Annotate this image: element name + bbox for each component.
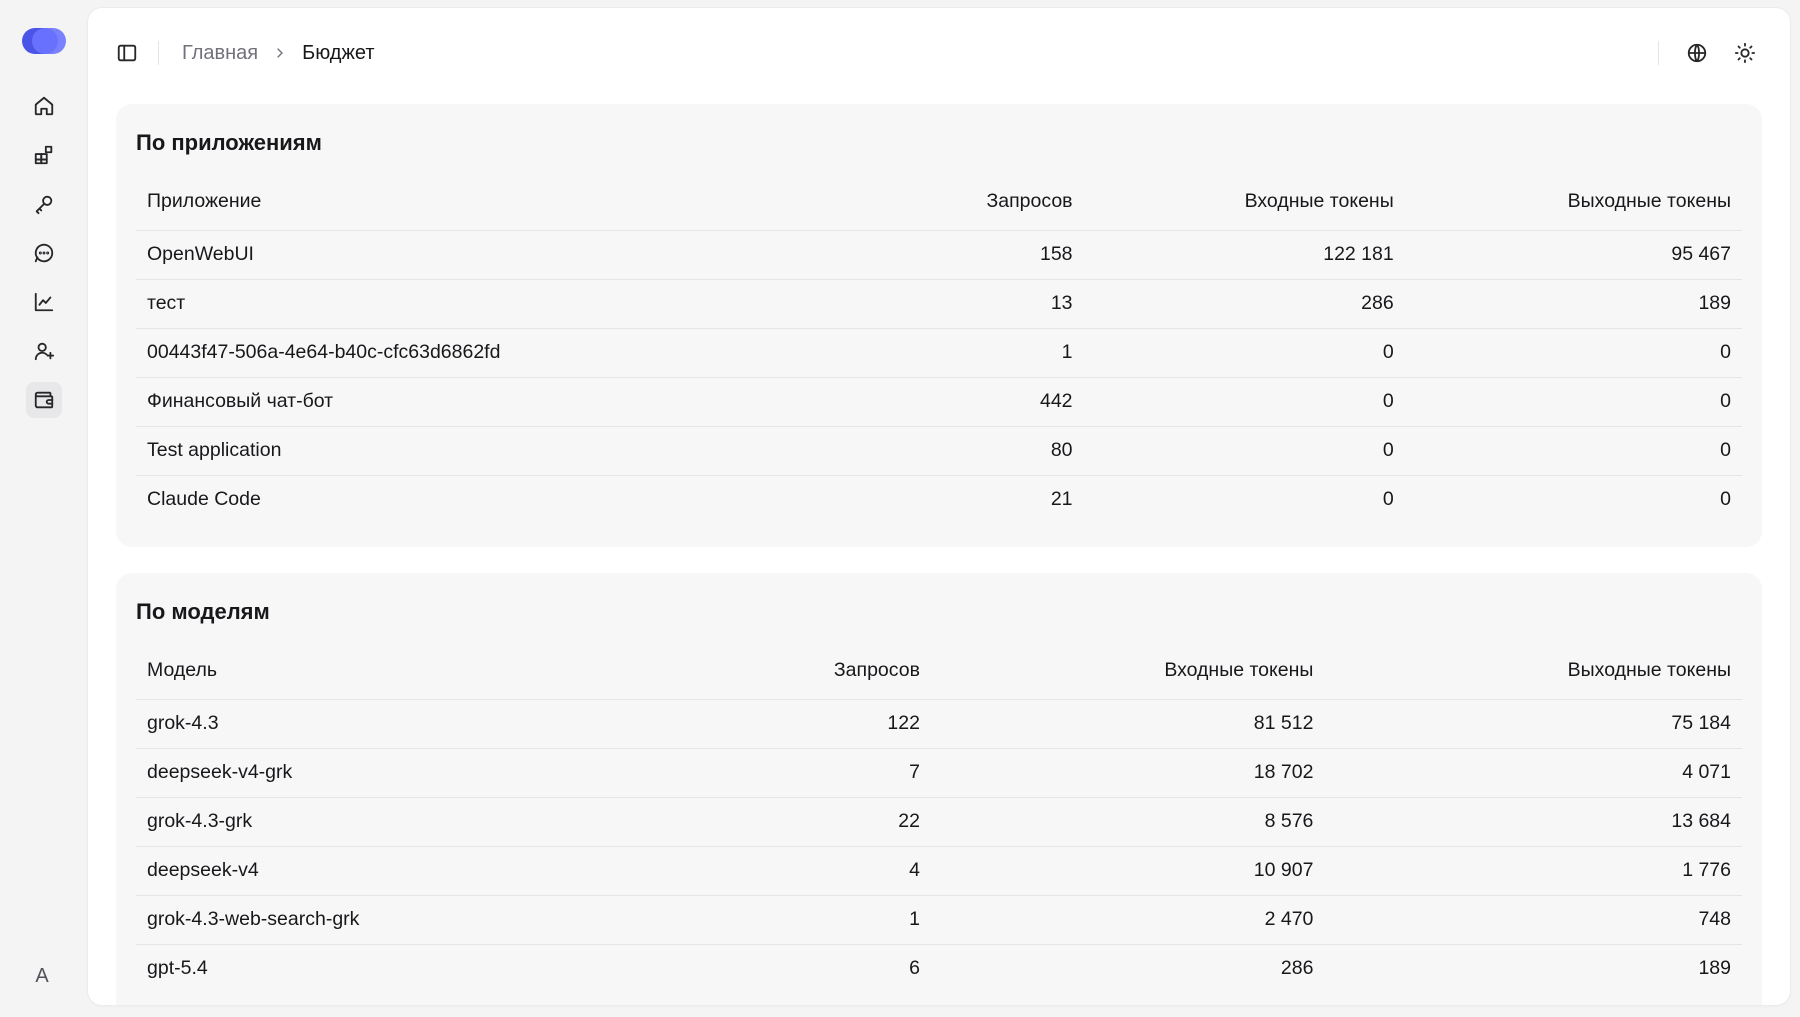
table-row: 00443f47-506a-4e64-b40c-cfc63d6862fd 1 0… <box>136 327 1742 377</box>
table-row: gpt-5.4 6 286 189 <box>136 943 1742 993</box>
input-tokens-cell: 18 702 <box>930 747 1325 797</box>
input-tokens-cell: 0 <box>1083 425 1405 475</box>
nav-home-icon[interactable] <box>26 88 62 124</box>
requests-cell: 1 <box>698 894 931 944</box>
logo[interactable] <box>22 28 66 54</box>
model-name-cell: grok-4.3 <box>136 698 699 748</box>
column-header: Выходные токены <box>1567 190 1731 213</box>
table-row: тест 13 286 189 <box>136 278 1742 328</box>
table-row: grok-4.3-web-search-grk 1 2 470 748 <box>136 894 1742 944</box>
requests-cell: 1 <box>842 327 1084 377</box>
apps-table: Приложение Запросов Входные токены Выход… <box>136 174 1742 524</box>
input-tokens-cell: 2 470 <box>930 894 1325 944</box>
output-tokens-cell: 0 <box>1404 425 1742 475</box>
apps-card-title: По приложениям <box>136 130 322 155</box>
model-name-cell: grok-4.3-web-search-grk <box>136 894 699 944</box>
input-tokens-cell: 81 512 <box>930 698 1325 748</box>
output-tokens-cell: 0 <box>1404 327 1742 377</box>
chevron-right-icon <box>272 45 288 61</box>
requests-cell: 442 <box>842 376 1084 426</box>
requests-cell: 4 <box>698 845 931 895</box>
output-tokens-cell: 0 <box>1404 376 1742 426</box>
output-tokens-cell: 0 <box>1404 474 1742 524</box>
output-tokens-cell: 4 071 <box>1324 747 1742 797</box>
column-header: Входные токены <box>1244 190 1394 213</box>
column-header: Приложение <box>147 190 262 213</box>
requests-cell: 22 <box>698 796 931 846</box>
table-row: grok-4.3-grk 22 8 576 13 684 <box>136 796 1742 846</box>
requests-cell: 122 <box>698 698 931 748</box>
models-usage-card: По моделям Модель Запросов Входные токен… <box>116 573 1762 1005</box>
nav-chat-icon[interactable] <box>26 235 62 271</box>
table-row: deepseek-v4 4 10 907 1 776 <box>136 845 1742 895</box>
requests-cell: 21 <box>842 474 1084 524</box>
apps-usage-card: По приложениям Приложение Запросов Входн… <box>116 104 1762 547</box>
requests-cell: 6 <box>698 943 931 993</box>
nav-wallet-icon[interactable] <box>26 382 62 418</box>
divider <box>158 41 159 65</box>
model-name-cell: gpt-5.4 <box>136 943 699 993</box>
nav-chart-icon[interactable] <box>26 284 62 320</box>
table-row: grok-4.3 122 81 512 75 184 <box>136 698 1742 748</box>
table-row: OpenWebUI 158 122 181 95 467 <box>136 229 1742 279</box>
models-table: Модель Запросов Входные токены Выходные … <box>136 643 1742 993</box>
column-header: Модель <box>147 659 217 682</box>
nav-user-add-icon[interactable] <box>26 333 62 369</box>
output-tokens-cell: 748 <box>1324 894 1742 944</box>
column-header: Запросов <box>833 659 920 682</box>
column-header: Выходные токены <box>1567 659 1731 682</box>
models-card-title: По моделям <box>136 599 270 624</box>
input-tokens-cell: 8 576 <box>930 796 1325 846</box>
column-header: Запросов <box>986 190 1073 213</box>
model-name-cell: deepseek-v4-grk <box>136 747 699 797</box>
output-tokens-cell: 75 184 <box>1324 698 1742 748</box>
output-tokens-cell: 1 776 <box>1324 845 1742 895</box>
divider <box>1658 41 1659 65</box>
table-row: Test application 80 0 0 <box>136 425 1742 475</box>
input-tokens-cell: 286 <box>1083 278 1405 328</box>
requests-cell: 158 <box>842 229 1084 279</box>
app-name-cell: OpenWebUI <box>136 229 843 279</box>
breadcrumb: Главная Бюджет <box>182 39 374 67</box>
table-row: Финансовый чат-бот 442 0 0 <box>136 376 1742 426</box>
column-header: Входные токены <box>1164 659 1314 682</box>
input-tokens-cell: 10 907 <box>930 845 1325 895</box>
output-tokens-cell: 189 <box>1324 943 1742 993</box>
sidebar-rail: A <box>0 0 88 1017</box>
output-tokens-cell: 189 <box>1404 278 1742 328</box>
model-name-cell: deepseek-v4 <box>136 845 699 895</box>
model-name-cell: grok-4.3-grk <box>136 796 699 846</box>
input-tokens-cell: 122 181 <box>1083 229 1405 279</box>
nav-apps-icon[interactable] <box>26 137 62 173</box>
output-tokens-cell: 95 467 <box>1404 229 1742 279</box>
app-name-cell: Финансовый чат-бот <box>136 376 843 426</box>
top-bar: Главная Бюджет <box>88 8 1790 94</box>
input-tokens-cell: 0 <box>1083 474 1405 524</box>
breadcrumb-home[interactable]: Главная <box>182 42 258 65</box>
app-name-cell: тест <box>136 278 843 328</box>
requests-cell: 80 <box>842 425 1084 475</box>
user-avatar[interactable]: A <box>22 956 62 996</box>
sidebar-toggle-icon[interactable] <box>114 40 140 66</box>
table-header-row: Приложение Запросов Входные токены Выход… <box>136 174 1742 230</box>
input-tokens-cell: 0 <box>1083 327 1405 377</box>
nav-key-icon[interactable] <box>26 186 62 222</box>
output-tokens-cell: 13 684 <box>1324 796 1742 846</box>
table-row: deepseek-v4-grk 7 18 702 4 071 <box>136 747 1742 797</box>
app-name-cell: Claude Code <box>136 474 843 524</box>
main-panel: Главная Бюджет По приложениям Приложение… <box>88 8 1790 1005</box>
table-header-row: Модель Запросов Входные токены Выходные … <box>136 643 1742 699</box>
table-row: Claude Code 21 0 0 <box>136 474 1742 524</box>
globe-icon[interactable] <box>1683 39 1711 67</box>
input-tokens-cell: 286 <box>930 943 1325 993</box>
sun-icon[interactable] <box>1731 39 1759 67</box>
breadcrumb-current: Бюджет <box>302 41 375 64</box>
app-name-cell: Test application <box>136 425 843 475</box>
requests-cell: 13 <box>842 278 1084 328</box>
app-name-cell: 00443f47-506a-4e64-b40c-cfc63d6862fd <box>136 327 843 377</box>
input-tokens-cell: 0 <box>1083 376 1405 426</box>
requests-cell: 7 <box>698 747 931 797</box>
